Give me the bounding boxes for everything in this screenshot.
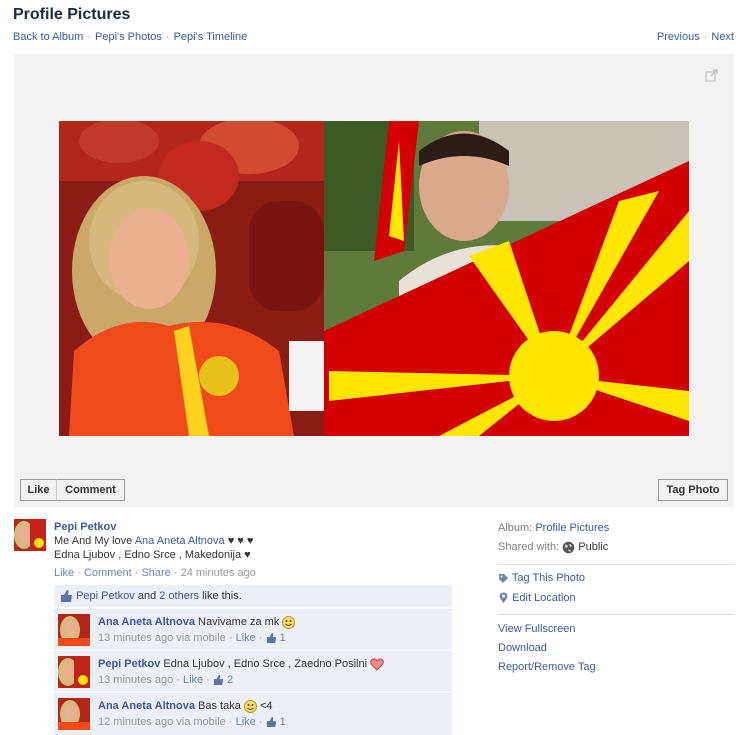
avatar[interactable]	[58, 698, 90, 730]
like-photo-button[interactable]: Like	[20, 479, 57, 501]
tag-photo-button[interactable]: Tag Photo	[658, 479, 728, 501]
post-author-link[interactable]: Pepi Petkov	[54, 521, 116, 533]
tag-icon	[499, 573, 508, 583]
expand-icon[interactable]	[705, 68, 719, 82]
comment-timestamp: 13 minutes ago	[98, 674, 174, 686]
post-text-line2: Edna Ljubov , Edno Srce , Makedonija ♥	[54, 549, 251, 561]
avatar[interactable]	[58, 614, 90, 646]
liker-link[interactable]: Pepi Petkov	[76, 590, 135, 602]
post-timestamp: 24 minutes ago	[180, 567, 256, 579]
comment-like-link[interactable]: Like	[236, 716, 256, 728]
globe-icon[interactable]	[562, 541, 575, 554]
view-fullscreen-link[interactable]: View Fullscreen	[498, 623, 575, 635]
comment-text: Navivame za mk	[198, 616, 280, 628]
edit-location-link[interactable]: Edit Location	[512, 592, 576, 604]
edit-location-row: Edit Location	[498, 592, 576, 604]
privacy-value: Public	[578, 541, 609, 553]
tag-this-photo-link[interactable]: Tag This Photo	[512, 572, 585, 584]
avatar-image	[58, 656, 90, 688]
previous-link[interactable]: Previous	[657, 31, 700, 43]
comment-author-link[interactable]: Ana Aneta Altnova	[98, 616, 195, 628]
divider	[498, 564, 734, 565]
thumbs-up-icon	[266, 717, 276, 728]
photo-image	[59, 121, 689, 436]
separator-dot: ·	[703, 31, 708, 43]
pepis-photos-link[interactable]: Pepi's Photos	[95, 31, 162, 43]
post-text: Me And My love Ana Aneta Altnova ♥ ♥ ♥	[54, 535, 254, 547]
heart-icon	[370, 657, 384, 671]
comment: Ana Aneta Altnova Bas taka <4 12 minutes…	[54, 693, 452, 735]
comment-like-link[interactable]: Like	[236, 632, 256, 644]
album-label: Album:	[498, 522, 533, 534]
others-link[interactable]: 2 others	[159, 590, 199, 602]
post-comment-link[interactable]: Comment	[84, 567, 132, 579]
thumbs-up-icon	[213, 675, 224, 686]
thumbs-up-icon	[266, 633, 276, 644]
separator-dot: ·	[165, 31, 170, 43]
photo-nav: Previous · Next	[657, 31, 734, 43]
avatar-image	[14, 519, 46, 551]
page-title: Profile Pictures	[13, 6, 131, 23]
avatar[interactable]	[58, 656, 90, 688]
comment-text: Bas taka	[198, 700, 241, 712]
avatar[interactable]	[14, 519, 46, 551]
post-share-link[interactable]: Share	[141, 567, 170, 579]
pepis-timeline-link[interactable]: Pepi's Timeline	[174, 31, 248, 43]
profile-photo[interactable]	[59, 121, 689, 436]
comment: Pepi Petkov Edna Ljubov , Edno Srce , Za…	[54, 651, 452, 692]
comment-author-link[interactable]: Ana Aneta Altnova	[98, 700, 195, 712]
likes-bar: Pepi Petkov and 2 others like this.	[54, 585, 452, 607]
next-link[interactable]: Next	[711, 31, 734, 43]
album-link[interactable]: Profile Pictures	[535, 522, 609, 534]
comment-like-link[interactable]: Like	[183, 674, 203, 686]
photo-stage	[14, 54, 734, 507]
comment-like-count[interactable]: 2	[227, 674, 233, 686]
comment-text-suffix: <4	[259, 700, 273, 712]
back-to-album-link[interactable]: Back to Album	[13, 31, 83, 43]
thumbs-up-icon	[61, 590, 72, 603]
comment-like-count[interactable]: 1	[280, 632, 286, 644]
smiley-icon	[243, 699, 257, 713]
comment-text: Edna Ljubov , Edno Srce , Zaedno Posilni	[163, 658, 368, 670]
divider	[498, 614, 734, 615]
comment-timestamp: 12 minutes ago via mobile	[98, 716, 226, 728]
separator-dot: ·	[87, 31, 91, 43]
tag-this-photo-row: Tag This Photo	[498, 572, 585, 584]
comment-photo-button[interactable]: Comment	[56, 479, 125, 501]
shared-with-label: Shared with:	[498, 541, 560, 553]
comment: Ana Aneta Altnova Navivame za mk 13 minu…	[54, 609, 452, 650]
smiley-icon	[282, 615, 296, 629]
comment-author-link[interactable]: Pepi Petkov	[98, 658, 160, 670]
download-link[interactable]: Download	[498, 642, 547, 654]
post-actions: Like · Comment · Share · 24 minutes ago	[54, 567, 256, 579]
photo-info: Album: Profile Pictures Shared with: Pub…	[498, 519, 734, 557]
avatar-image	[58, 698, 90, 730]
tagged-user-link[interactable]: Ana Aneta Altnova	[135, 535, 225, 547]
report-remove-tag-link[interactable]: Report/Remove Tag	[498, 661, 596, 673]
post-like-link[interactable]: Like	[54, 567, 74, 579]
comment-timestamp: 13 minutes ago via mobile	[98, 632, 226, 644]
breadcrumb: Back to Album · Pepi's Photos · Pepi's Timel…	[13, 31, 247, 43]
comment-like-count[interactable]: 1	[280, 716, 286, 728]
post-body: Pepi Petkov Me And My love Ana Aneta Alt…	[54, 520, 454, 580]
location-pin-icon	[499, 592, 508, 604]
avatar-image	[58, 614, 90, 646]
